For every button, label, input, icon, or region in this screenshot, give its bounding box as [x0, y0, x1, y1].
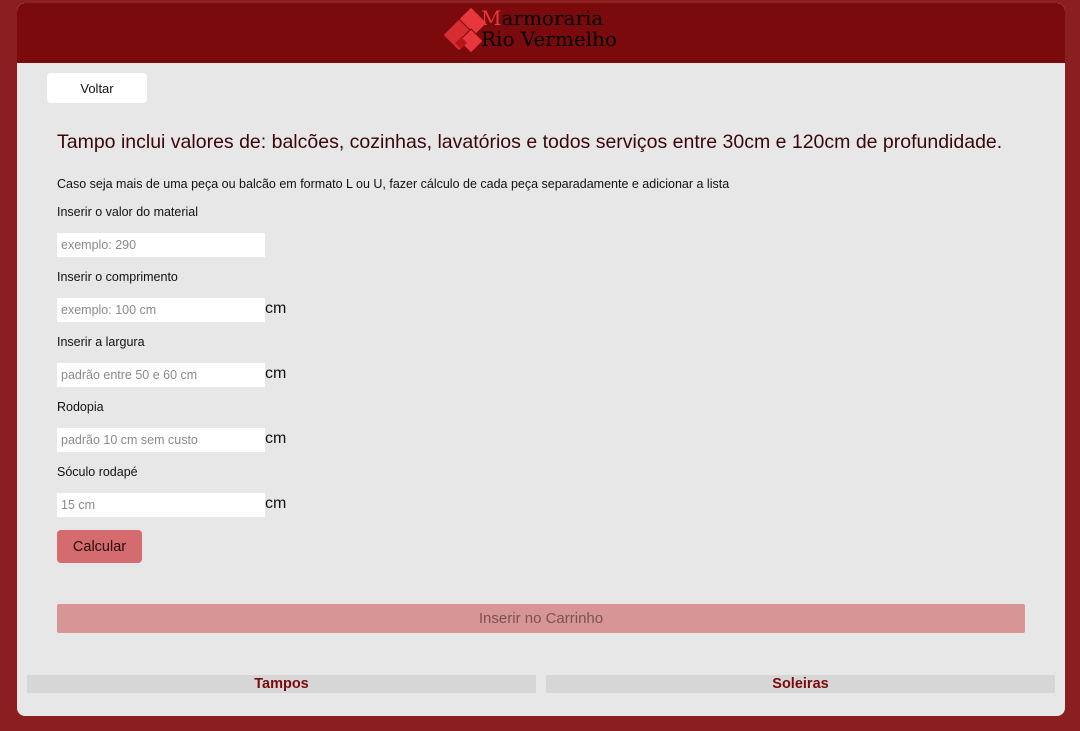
- material-value-label: Inserir o valor do material: [57, 205, 199, 219]
- site-logo[interactable]: Marmoraria Rio Vermelho: [439, 3, 629, 61]
- length-unit: cm: [265, 300, 287, 317]
- baseboard-unit: cm: [265, 495, 287, 512]
- width-unit: cm: [265, 365, 287, 382]
- material-value-input[interactable]: [57, 233, 265, 257]
- calculate-button[interactable]: Calcular: [57, 530, 142, 563]
- width-label: Inserir a largura: [57, 335, 145, 349]
- main-panel: Marmoraria Rio Vermelho Voltar Tampo inc…: [17, 3, 1065, 716]
- rodopia-label: Rodopia: [57, 400, 104, 414]
- length-input[interactable]: [57, 298, 265, 322]
- length-label: Inserir o comprimento: [57, 270, 178, 284]
- width-input[interactable]: [57, 363, 265, 387]
- baseboard-input[interactable]: [57, 493, 265, 517]
- tab-soleiras[interactable]: Soleiras: [546, 675, 1055, 693]
- baseboard-label: Sóculo rodapé: [57, 465, 138, 479]
- tab-tampos[interactable]: Tampos: [27, 675, 536, 693]
- instructions-note: Caso seja mais de uma peça ou balcão em …: [57, 177, 730, 191]
- site-header: Marmoraria Rio Vermelho: [17, 3, 1065, 63]
- rodopia-unit: cm: [265, 430, 287, 447]
- back-button[interactable]: Voltar: [47, 73, 147, 103]
- logo-line2: Rio Vermelho: [481, 27, 617, 51]
- rodopia-input[interactable]: [57, 428, 265, 452]
- add-to-cart-button[interactable]: Inserir no Carrinho: [57, 604, 1025, 633]
- page-title: Tampo inclui valores de: balcões, cozinh…: [57, 131, 1003, 153]
- logo-text: Marmoraria Rio Vermelho: [481, 8, 617, 50]
